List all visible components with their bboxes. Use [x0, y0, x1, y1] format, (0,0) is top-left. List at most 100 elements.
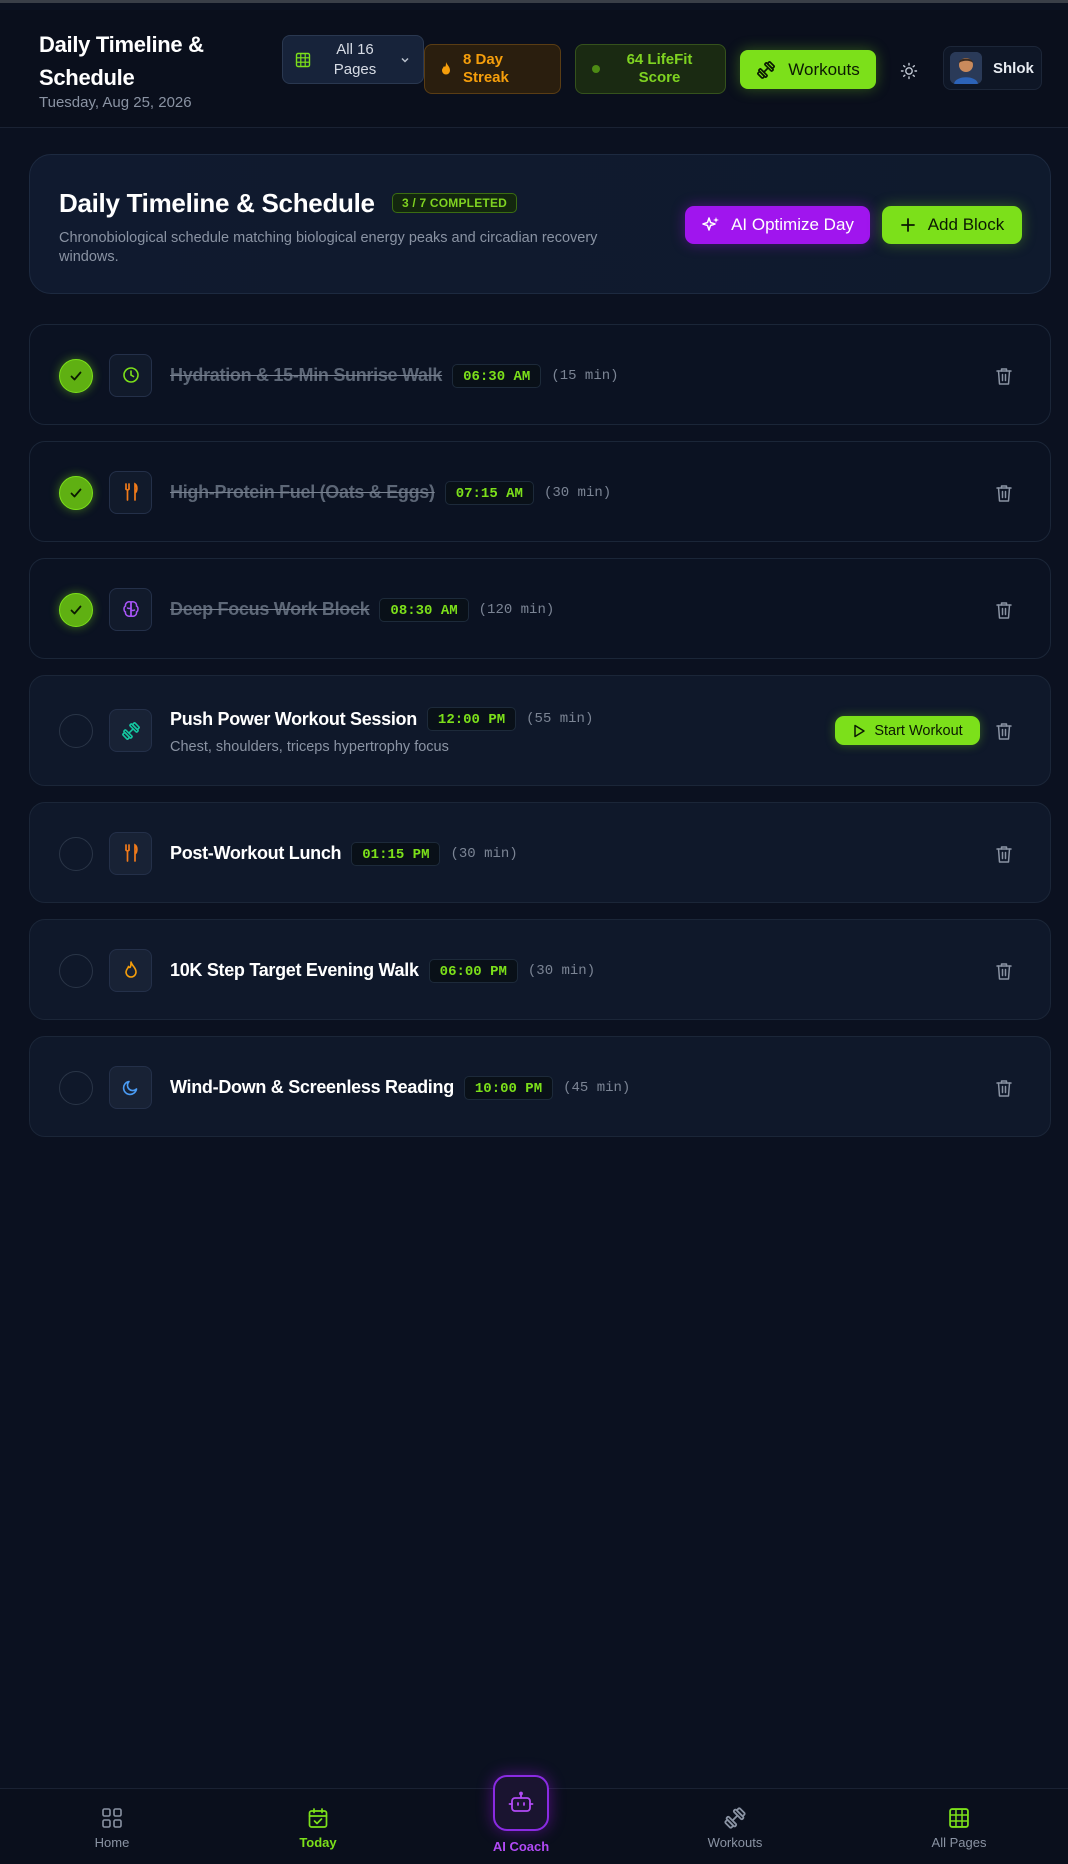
block-time: 06:30 AM: [452, 363, 542, 388]
block-duration: (120 min): [478, 601, 555, 618]
trash-icon: [996, 845, 1012, 863]
timeline-block[interactable]: Push Power Workout Session 12:00 PM (55 …: [29, 675, 1051, 786]
completion-checkbox[interactable]: [59, 592, 93, 627]
grid-icon: [295, 52, 311, 67]
block-time: 10:00 PM: [463, 1075, 554, 1100]
block-title: Deep Focus Work Block: [170, 599, 370, 619]
block-duration: (15 min): [551, 367, 619, 384]
app-header: Daily Timeline & Schedule Tuesday, Aug 2…: [0, 10, 1068, 128]
window-top-edge: [0, 0, 1068, 10]
delete-block-button[interactable]: [993, 481, 1015, 505]
utensils-icon: [122, 482, 140, 502]
dumbbell-icon: [121, 721, 141, 741]
avatar: [950, 52, 982, 84]
trash-icon: [996, 367, 1012, 385]
sparkles-icon: [702, 217, 720, 231]
score-status-dot: [591, 65, 600, 73]
block-heading: 10K Step Target Evening Walk 06:00 PM (3…: [170, 958, 595, 984]
delete-block-button[interactable]: [993, 364, 1015, 388]
streak-label: 8 Day Streak: [463, 51, 509, 86]
timeline-block[interactable]: Wind-Down & Screenless Reading 10:00 PM …: [29, 1036, 1051, 1137]
block-duration: (55 min): [526, 711, 594, 727]
all-pages-dropdown[interactable]: All 16 Pages: [282, 35, 424, 84]
flame-icon: [123, 960, 139, 980]
nav-today[interactable]: Today: [258, 1789, 378, 1864]
flame-icon: [442, 62, 450, 75]
user-name: Shlok: [993, 59, 1034, 77]
utensils-icon: [122, 843, 140, 863]
start-workout-button[interactable]: Start Workout: [835, 716, 980, 745]
header-date: Tuesday, Aug 25, 2026: [39, 94, 192, 111]
timeline-block[interactable]: Hydration & 15-Min Sunrise Walk 06:30 AM…: [29, 324, 1051, 425]
nav-workouts-label: Workouts: [707, 1835, 763, 1850]
trash-icon: [996, 723, 1012, 740]
add-block-label: Add Block: [927, 215, 1005, 234]
workouts-label: Workouts: [788, 59, 860, 79]
completion-checkbox[interactable]: [59, 358, 93, 393]
timeline-block[interactable]: 10K Step Target Evening Walk 06:00 PM (3…: [29, 919, 1051, 1020]
delete-block-button[interactable]: [993, 719, 1015, 743]
completion-badge: 3 / 7 COMPLETED: [392, 193, 518, 213]
play-icon: [854, 724, 866, 737]
schedule-hero-card: Daily Timeline & Schedule 3 / 7 COMPLETE…: [29, 154, 1051, 294]
block-duration: (30 min): [527, 962, 596, 979]
nav-ai-coach[interactable]: [493, 1775, 549, 1831]
workouts-button[interactable]: Workouts: [740, 50, 876, 89]
ai-optimize-day-button[interactable]: AI Optimize Day: [685, 206, 870, 244]
streak-badge[interactable]: 8 Day Streak: [424, 44, 561, 94]
block-category-badge: [109, 1065, 152, 1109]
check-icon: [70, 488, 82, 497]
delete-block-button[interactable]: [993, 959, 1015, 983]
brain-icon: [121, 599, 141, 619]
block-category-badge: [109, 831, 152, 875]
block-heading: Wind-Down & Screenless Reading 10:00 PM …: [170, 1075, 630, 1101]
timeline-block[interactable]: High-Protein Fuel (Oats & Eggs) 07:15 AM…: [29, 441, 1051, 542]
completion-checkbox[interactable]: [59, 1070, 93, 1105]
trash-icon: [996, 484, 1012, 502]
nav-home-label: Home: [94, 1835, 130, 1850]
nav-workouts[interactable]: Workouts: [675, 1789, 795, 1864]
block-title: Push Power Workout Session: [170, 708, 417, 729]
bottom-navigation: Home Today AI Coach Workouts All Pages: [0, 1775, 1068, 1864]
theme-toggle[interactable]: [892, 54, 926, 88]
block-heading: Deep Focus Work Block 08:30 AM (120 min): [170, 597, 554, 623]
block-heading: Hydration & 15-Min Sunrise Walk 06:30 AM…: [170, 363, 619, 389]
page-description: Chronobiological schedule matching biolo…: [59, 230, 598, 265]
nav-all-pages[interactable]: All Pages: [899, 1789, 1019, 1864]
nav-ai-coach-label: AI Coach: [492, 1839, 550, 1854]
nav-home[interactable]: Home: [52, 1789, 172, 1864]
block-category-badge: [109, 470, 152, 514]
delete-block-button[interactable]: [993, 842, 1015, 866]
block-duration: (30 min): [543, 484, 612, 501]
delete-block-button[interactable]: [993, 1076, 1015, 1100]
ai-optimize-label: AI Optimize Day: [731, 215, 854, 234]
dumbbell-icon: [757, 60, 776, 79]
all-pages-label: All 16 Pages: [333, 40, 377, 78]
completion-checkbox[interactable]: [59, 714, 93, 748]
score-label: 64 LifeFit Score: [626, 51, 693, 86]
trash-icon: [996, 1079, 1012, 1097]
completion-checkbox[interactable]: [59, 475, 93, 510]
block-duration: (45 min): [563, 1079, 631, 1096]
block-category-badge: [109, 709, 152, 752]
calendar-check-icon: [308, 1808, 328, 1828]
block-duration: (30 min): [450, 845, 518, 862]
block-category-badge: [109, 948, 152, 992]
check-icon: [70, 371, 82, 380]
block-time: 07:15 AM: [444, 480, 534, 505]
timeline-block[interactable]: Post-Workout Lunch 01:15 PM (30 min): [29, 802, 1051, 903]
completion-checkbox[interactable]: [59, 836, 93, 871]
add-block-button[interactable]: Add Block: [882, 206, 1022, 244]
delete-block-button[interactable]: [993, 598, 1015, 622]
completion-checkbox[interactable]: [59, 953, 93, 988]
lifefit-score-badge[interactable]: 64 LifeFit Score: [575, 44, 726, 94]
header-title: Daily Timeline & Schedule: [39, 32, 204, 90]
block-heading: Push Power Workout Session 12:00 PM (55 …: [170, 706, 593, 732]
block-heading: Post-Workout Lunch 01:15 PM (30 min): [170, 841, 518, 867]
timeline-block[interactable]: Deep Focus Work Block 08:30 AM (120 min): [29, 558, 1051, 659]
plus-icon: [900, 218, 915, 232]
user-menu[interactable]: Shlok: [943, 46, 1042, 90]
block-time: 08:30 AM: [379, 597, 469, 622]
chevron-down-icon: [401, 57, 409, 63]
block-title: 10K Step Target Evening Walk: [170, 960, 419, 980]
